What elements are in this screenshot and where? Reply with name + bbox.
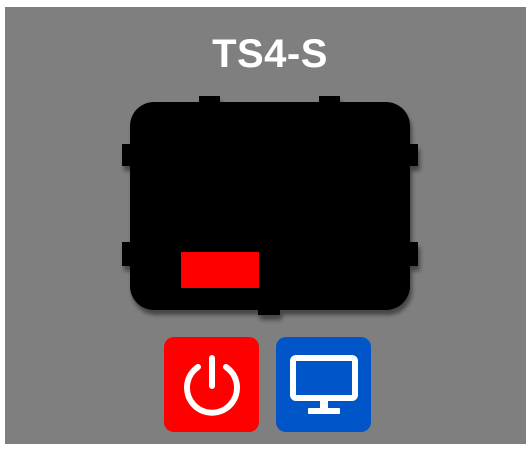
device-body (122, 96, 418, 315)
status-indicator (181, 252, 259, 288)
device-illustration (122, 96, 418, 315)
monitor-icon (289, 354, 358, 414)
power-icon (183, 354, 240, 416)
power-button[interactable] (164, 337, 259, 432)
device-model-title: TS4-S (212, 32, 328, 76)
display-button[interactable] (276, 337, 371, 432)
